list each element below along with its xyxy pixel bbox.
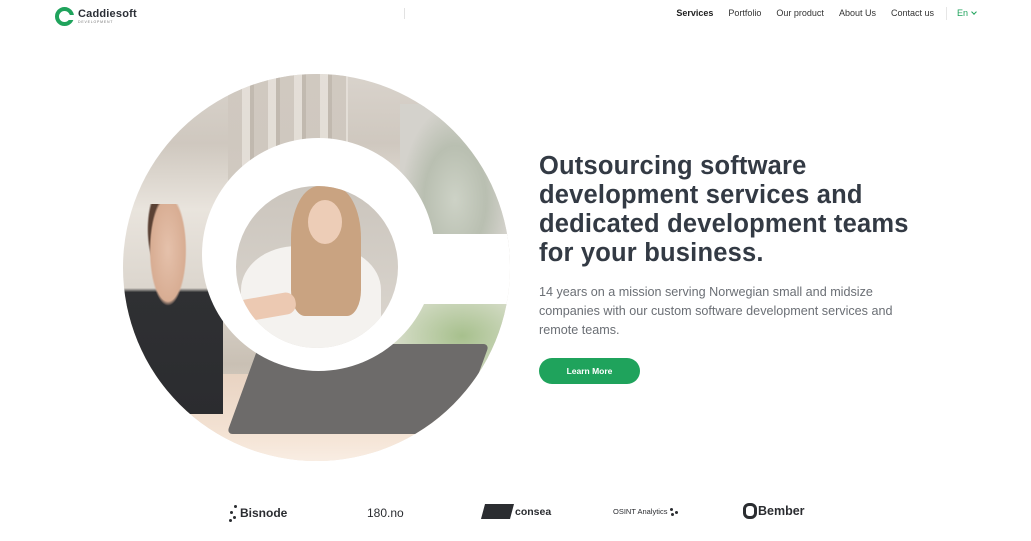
nav-divider xyxy=(946,7,947,20)
osint-text: OSINT Analytics xyxy=(613,507,668,516)
main-nav: Services Portfolio Our product About Us … xyxy=(676,8,934,18)
logo-subtitle: DEVELOPMENT xyxy=(78,19,114,24)
hero-title: Outsourcing software development service… xyxy=(539,152,909,267)
osint-dots-icon xyxy=(670,507,679,516)
bember-mark-icon xyxy=(743,503,757,519)
hero-subtitle: 14 years on a mission serving Norwegian … xyxy=(539,285,893,337)
face xyxy=(308,200,342,244)
consea-text: consea xyxy=(515,505,552,518)
logo-180-main: 180 xyxy=(367,506,388,520)
language-label: En xyxy=(957,8,969,18)
nav-contact-us[interactable]: Contact us xyxy=(891,8,934,18)
client-logo-bisnode: Bisnode xyxy=(229,504,287,522)
logo-text: Caddiesoft DEVELOPMENT xyxy=(78,7,137,25)
header-divider xyxy=(404,8,405,19)
client-logo-osint: OSINT Analytics xyxy=(613,507,679,516)
consea-mark-icon xyxy=(480,504,515,519)
nav-about-us[interactable]: About Us xyxy=(839,8,876,18)
logo-180-suffix: .no xyxy=(387,506,404,520)
logo[interactable]: Caddiesoft DEVELOPMENT xyxy=(55,7,137,26)
nav-portfolio[interactable]: Portfolio xyxy=(728,8,761,18)
bisnode-text: Bisnode xyxy=(240,506,288,520)
hero-image xyxy=(123,74,510,461)
logo-name: Caddiesoft xyxy=(78,7,137,20)
client-logo-180: 180 .no xyxy=(367,506,404,520)
woman-photo-circle xyxy=(236,186,398,348)
learn-more-button[interactable]: Learn More xyxy=(539,358,640,384)
client-logo-bember: Bember xyxy=(743,503,805,519)
ring-gap xyxy=(423,234,510,304)
logo-mark-icon xyxy=(55,7,75,26)
language-selector[interactable]: En xyxy=(957,8,977,18)
nav-services[interactable]: Services xyxy=(676,8,713,18)
bisnode-dots-icon xyxy=(229,504,239,522)
chevron-down-icon xyxy=(971,8,977,15)
client-logos: Bisnode 180 .no consea OSINT Analytics Be… xyxy=(0,497,1031,533)
bember-text: Bember xyxy=(758,504,805,518)
site-header: Caddiesoft DEVELOPMENT Services Portfoli… xyxy=(0,0,1031,30)
client-logo-consea: consea xyxy=(480,504,552,519)
nav-our-product[interactable]: Our product xyxy=(776,8,824,18)
hero-ring-photo xyxy=(123,74,510,461)
